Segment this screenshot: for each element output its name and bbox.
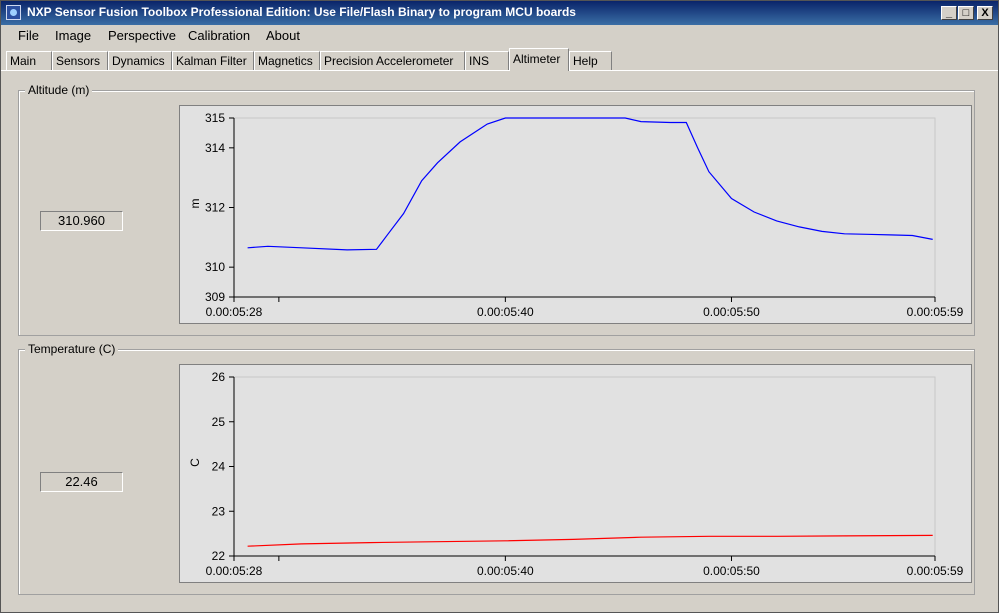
temperature-x-tick-label: 0.00:05:50 [703,564,760,578]
tab-altimeter[interactable]: Altimeter [509,48,569,71]
temperature-y-tick-label: 24 [212,460,226,474]
altitude-chart-svg: 309 310 312 314 315 0.00:05:28 0.00:05:40 0.00:… [188,111,964,319]
temperature-y-tick-label: 25 [212,415,226,429]
altitude-group-label: Altitude (m) [25,83,93,97]
temperature-y-tick-label: 23 [212,504,226,518]
altitude-x-tick-label: 0.00:05:40 [477,305,534,319]
altitude-y-tick-label: 309 [205,290,225,304]
menu-file[interactable]: File [18,28,39,43]
menu-bar: File Image Perspective Calibration About [1,25,998,47]
altitude-x-tick-label: 0.00:05:59 [907,305,964,319]
altitude-value: 310.960 [40,211,123,231]
app-window: NXP Sensor Fusion Toolbox Professional E… [0,0,999,613]
minimize-button[interactable]: _ [941,6,957,20]
temperature-group-label: Temperature (C) [25,342,119,356]
temperature-x-tick-label: 0.00:05:59 [907,564,964,578]
altitude-y-tick-label: 312 [205,201,225,215]
tab-main[interactable]: Main [6,51,52,70]
altitude-y-axis-label: m [188,199,202,209]
tab-ins[interactable]: INS [465,51,509,70]
window-title: NXP Sensor Fusion Toolbox Professional E… [27,5,576,19]
tab-kalman-filter[interactable]: Kalman Filter [172,51,254,70]
temperature-x-tick-label: 0.00:05:28 [206,564,263,578]
temperature-value: 22.46 [40,472,123,492]
altitude-y-tick-label: 310 [205,260,225,274]
tab-precision-accelerometer[interactable]: Precision Accelerometer [320,51,465,70]
tab-help[interactable]: Help [569,51,612,70]
altitude-x-tick-label: 0.00:05:50 [703,305,760,319]
tab-sensors[interactable]: Sensors [52,51,108,70]
tab-divider [1,70,998,71]
altitude-y-tick-label: 315 [205,111,225,125]
temperature-y-axis-label: C [188,458,202,467]
temperature-chart-svg: 22 23 24 25 26 0.00:05:28 0.00:05:40 0.00:05:50… [188,370,964,578]
menu-image[interactable]: Image [55,28,91,43]
app-icon [6,5,21,20]
altitude-x-tick-label: 0.00:05:28 [206,305,263,319]
tab-dynamics[interactable]: Dynamics [108,51,172,70]
close-button[interactable]: X [977,6,993,20]
temperature-y-tick-label: 26 [212,370,226,384]
temperature-x-tick-label: 0.00:05:40 [477,564,534,578]
tab-bar: Main Sensors Dynamics Kalman Filter Magn… [1,47,998,71]
temperature-chart: 22 23 24 25 26 0.00:05:28 0.00:05:40 0.00:05:50… [179,364,972,583]
title-bar[interactable]: NXP Sensor Fusion Toolbox Professional E… [1,1,998,25]
altitude-y-tick-label: 314 [205,141,225,155]
temperature-plot-area [233,376,936,557]
menu-calibration[interactable]: Calibration [188,28,250,43]
menu-about[interactable]: About [266,28,300,43]
altitude-plot-area [233,117,936,298]
altitude-chart: 309 310 312 314 315 0.00:05:28 0.00:05:40 0.00:… [179,105,972,324]
tab-magnetics[interactable]: Magnetics [254,51,320,70]
temperature-y-tick-label: 22 [212,549,226,563]
maximize-button[interactable]: □ [958,6,974,20]
menu-perspective[interactable]: Perspective [108,28,176,43]
